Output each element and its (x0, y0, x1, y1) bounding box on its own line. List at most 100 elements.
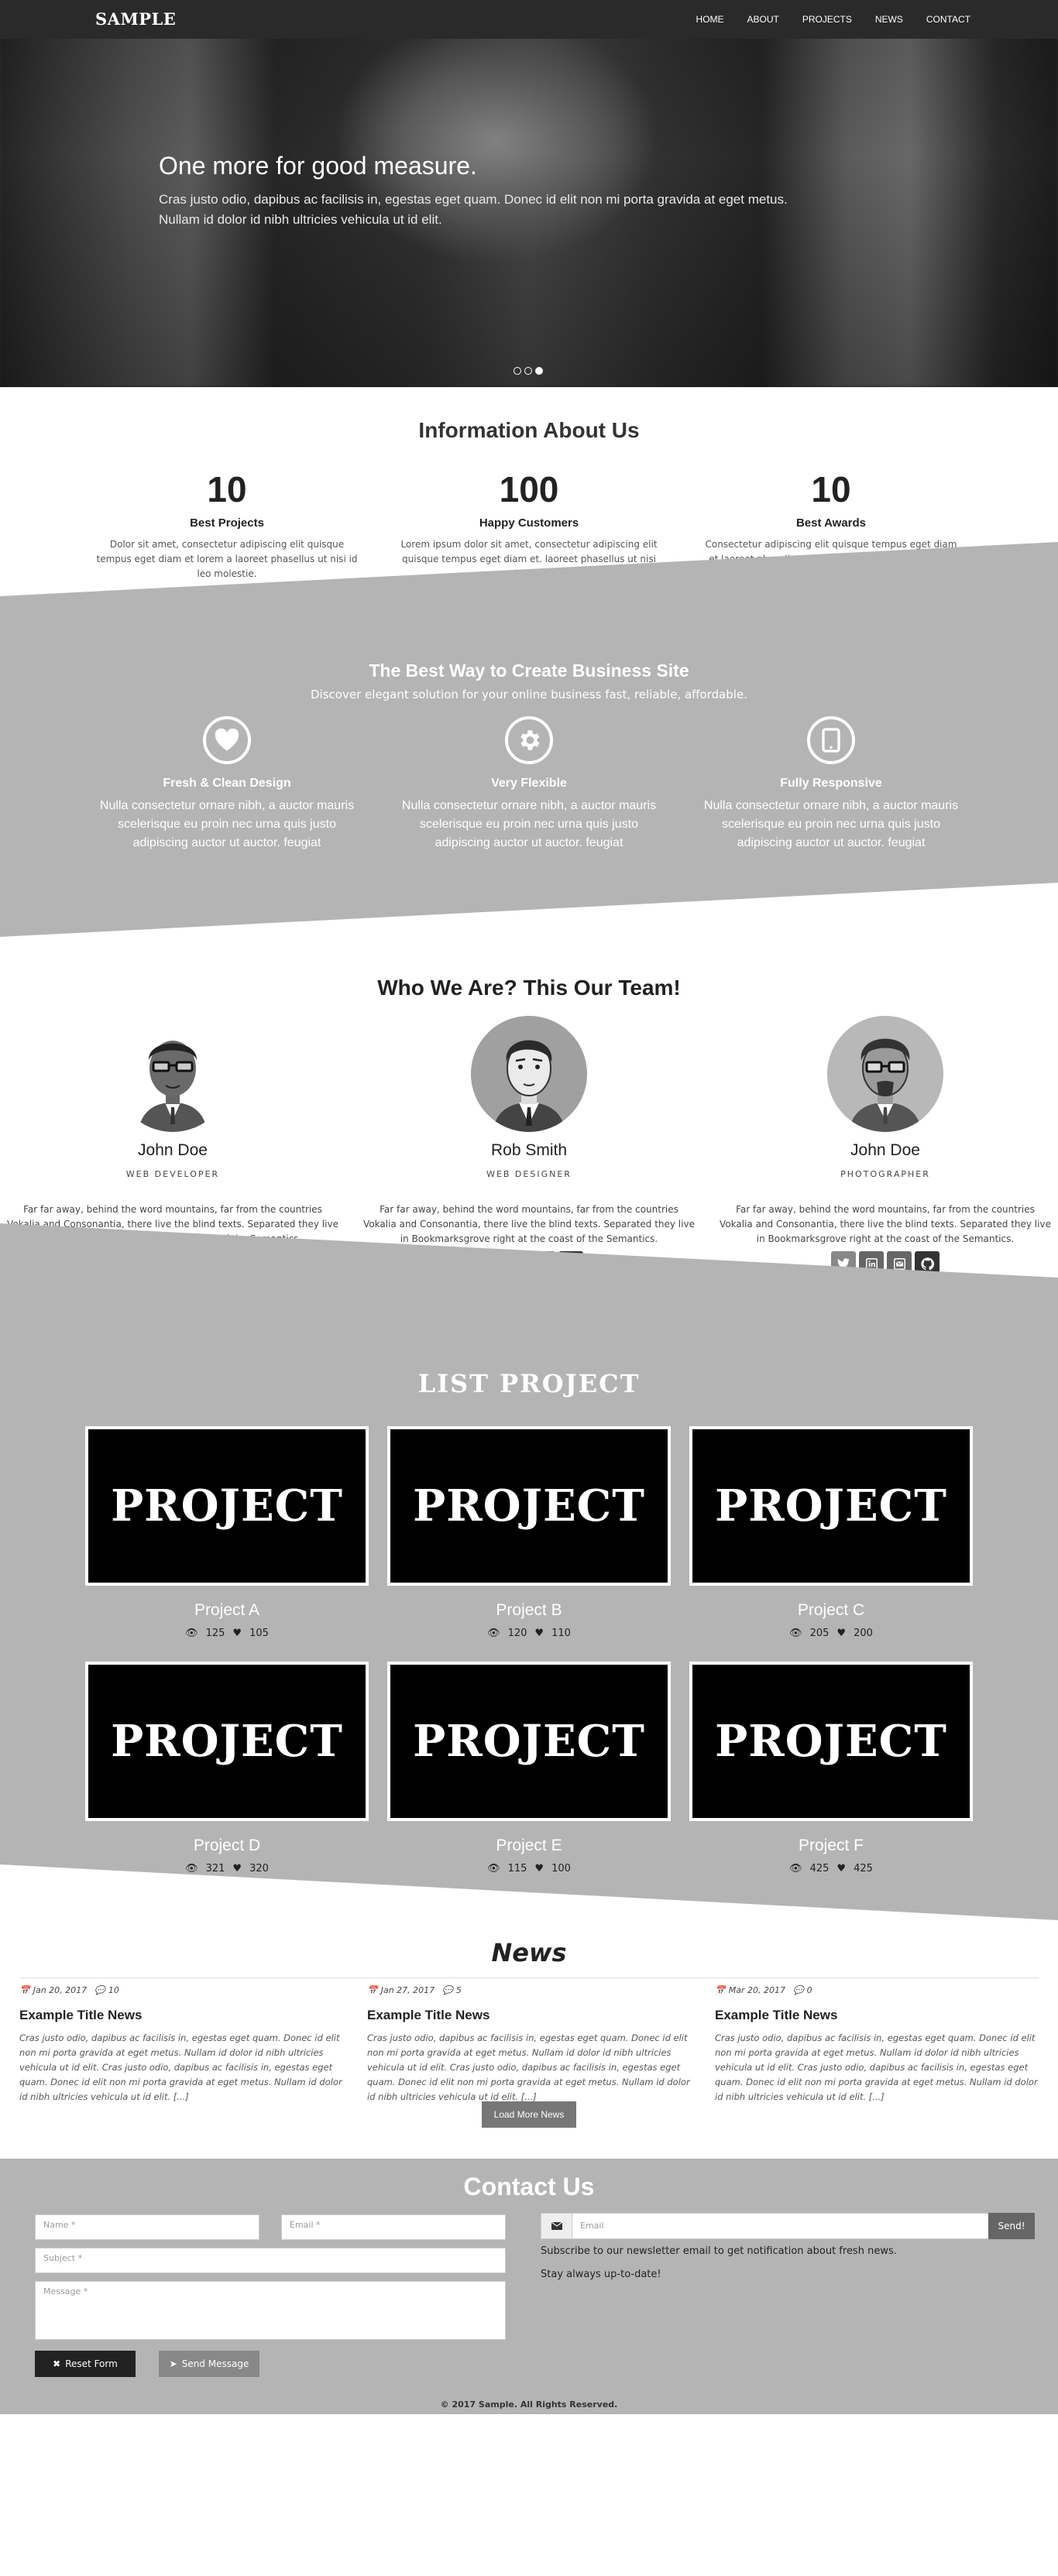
newsletter-send-button[interactable]: Send! (988, 2213, 1035, 2239)
nav-projects[interactable]: PROJECTS (802, 14, 852, 25)
footer-copyright: © 2017 Sample. All Rights Reserved. (440, 2399, 618, 2410)
eye-icon: 👁 (185, 1628, 198, 1639)
news-date: Jan 20, 2017 (33, 1985, 88, 1995)
project-views: 125 (205, 1628, 225, 1639)
comments-icon: 💬 (94, 1985, 105, 1995)
paper-plane-icon: ➤ (169, 2358, 177, 2369)
contact-section: Contact Us Name * Email * Subject * Mess… (0, 2159, 1058, 2414)
project-image[interactable]: PROJECT (387, 1426, 671, 1586)
project-name[interactable]: Project E (387, 1837, 671, 1855)
project-image[interactable]: PROJECT (85, 1426, 369, 1586)
carousel-indicators (514, 367, 543, 375)
member-role: WEB DEVELOPER (125, 1169, 220, 1179)
news-date: Mar 20, 2017 (728, 1985, 785, 1995)
news-meta: 📅 Mar 20, 2017 💬 0 (715, 1985, 1040, 1995)
feature-title: Very Flexible (491, 777, 567, 790)
feature-text: Nulla consectetur ornare nibh, a auctor … (99, 799, 355, 849)
close-icon: ✖ (53, 2358, 61, 2369)
feature-item: Fresh & Clean Design Nulla consectetur o… (88, 716, 366, 852)
calendar-icon: 📅 (19, 1985, 30, 1995)
project-image[interactable]: PROJECT (387, 1662, 671, 1821)
project-name[interactable]: Project A (85, 1601, 369, 1620)
feature-text: Nulla consectetur ornare nibh, a auctor … (401, 799, 657, 849)
hero-caption: One more for good measure. Cras justo od… (159, 152, 825, 230)
project-stats: 👁 205 ♥ 200 (689, 1628, 973, 1639)
avatar (827, 1016, 943, 1132)
stat-number: 100 (499, 469, 559, 509)
calendar-icon: 📅 (367, 1985, 378, 1995)
project-name[interactable]: Project B (387, 1601, 671, 1620)
send-message-button[interactable]: ➤ Send Message (159, 2351, 259, 2377)
divider (19, 1977, 1039, 1978)
feature-item: Fully Responsive Nulla consectetur ornar… (692, 716, 970, 852)
navbar: SAMPLE HOME ABOUT PROJECTS NEWS CONTACT (0, 0, 1058, 39)
contact-title: Contact Us (463, 2173, 595, 2200)
feature-item: Very Flexible Nulla consectetur ornare n… (390, 716, 668, 852)
nav-contact[interactable]: CONTACT (926, 14, 970, 25)
gear-icon (505, 716, 553, 764)
nav-news[interactable]: NEWS (875, 14, 903, 25)
project-image[interactable]: PROJECT (689, 1662, 973, 1821)
project-name[interactable]: Project F (689, 1837, 973, 1855)
business-title: The Best Way to Create Business Site (369, 660, 689, 681)
news-comments: 5 (455, 1985, 462, 1995)
news-headline[interactable]: Example Title News (19, 2008, 345, 2023)
news-excerpt: Cras justo odio, dapibus ac facilisis in… (19, 2032, 342, 2102)
name-field[interactable]: Name * (35, 2214, 259, 2240)
project-likes: 105 (249, 1628, 269, 1639)
news-item: 📅 Jan 20, 2017 💬 10 Example Title News Cra… (19, 1985, 345, 2104)
newsletter-text: Subscribe to our newsletter email to get… (541, 2245, 897, 2257)
message-field[interactable]: Message * (35, 2281, 506, 2340)
hero-text: Cras justo odio, dapibus ac facilisis in… (159, 192, 788, 227)
email-field[interactable]: Email * (281, 2214, 506, 2240)
reset-form-button[interactable]: ✖ Reset Form (35, 2351, 136, 2377)
project-name[interactable]: Project D (85, 1837, 369, 1855)
news-date: Jan 27, 2017 (380, 1985, 435, 1995)
projects-title: LIST PROJECT (417, 1369, 641, 1398)
news-meta: 📅 Jan 20, 2017 💬 10 (19, 1985, 345, 1995)
project-card: PROJECT Project F 👁 425 ♥ 425 (689, 1662, 973, 1875)
project-likes: 200 (854, 1628, 873, 1639)
project-image[interactable]: PROJECT (689, 1426, 973, 1586)
avatar (471, 1016, 587, 1132)
project-views: 120 (507, 1628, 527, 1639)
heart-icon (203, 716, 251, 764)
newsletter-email-input[interactable]: Email (572, 2214, 989, 2238)
envelope-icon (541, 2214, 572, 2238)
news-headline[interactable]: Example Title News (367, 2008, 692, 2023)
hero-title: One more for good measure. (159, 152, 477, 180)
project-card: PROJECT Project C 👁 205 ♥ 200 (689, 1426, 973, 1639)
brand-logo[interactable]: SAMPLE (95, 9, 176, 29)
news-section: News 📅 Jan 20, 2017 💬 10 Example Title New… (0, 1864, 1058, 2159)
business-subtitle: Discover elegant solution for your onlin… (311, 688, 747, 701)
carousel-dot-2[interactable] (524, 367, 532, 375)
news-headline[interactable]: Example Title News (715, 2008, 1040, 2023)
member-name: Rob Smith (490, 1141, 568, 1159)
project-image[interactable]: PROJECT (85, 1662, 369, 1821)
project-stats: 👁 125 ♥ 105 (85, 1628, 369, 1639)
feature-title: Fully Responsive (780, 777, 882, 790)
news-item: 📅 Jan 27, 2017 💬 5 Example Title News Cras… (367, 1985, 692, 2104)
hero-carousel[interactable]: One more for good measure. Cras justo od… (0, 0, 1058, 387)
carousel-dot-3[interactable] (535, 367, 543, 375)
member-role: PHOTOGRAPHER (840, 1169, 930, 1179)
project-views: 205 (809, 1628, 830, 1639)
heart-icon: ♥ (836, 1628, 847, 1639)
subject-field[interactable]: Subject * (35, 2248, 506, 2273)
project-stats: 👁 120 ♥ 110 (387, 1628, 671, 1639)
project-card: PROJECT Project D 👁 321 ♥ 320 (85, 1662, 369, 1875)
tablet-icon (807, 716, 855, 764)
project-card: PROJECT Project A 👁 125 ♥ 105 (85, 1426, 369, 1639)
calendar-icon: 📅 (715, 1985, 726, 1995)
comments-icon: 💬 (792, 1985, 804, 1995)
member-name: John Doe (850, 1141, 920, 1159)
news-excerpt: Cras justo odio, dapibus ac facilisis in… (367, 2032, 690, 2102)
member-name: John Doe (138, 1141, 208, 1159)
nav-menu: HOME ABOUT PROJECTS NEWS CONTACT (696, 0, 970, 39)
nav-about[interactable]: ABOUT (747, 14, 779, 25)
nav-home[interactable]: HOME (696, 14, 724, 25)
project-name[interactable]: Project C (689, 1601, 973, 1620)
business-section: The Best Way to Create Business Site Dis… (0, 542, 1058, 937)
carousel-dot-1[interactable] (514, 367, 521, 375)
load-more-news-button[interactable]: Load More News (482, 2101, 576, 2128)
